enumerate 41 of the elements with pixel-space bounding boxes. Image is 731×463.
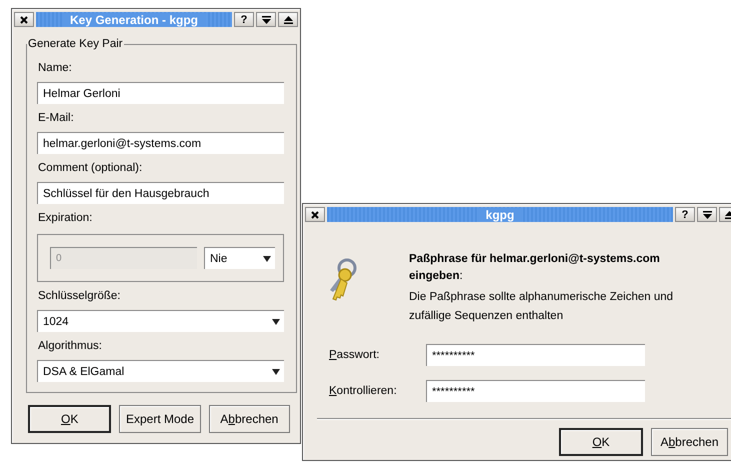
window-title: kgpg [478, 208, 522, 222]
text-field[interactable]: helmar.gerloni@t-systems.com [37, 132, 284, 154]
prompt-heading: Paßphrase für helmar.gerloni@t-systems.com eingeben: [409, 252, 661, 284]
dropdown-field[interactable]: DSA & ElGamal [37, 360, 284, 382]
arrow-down-icon [702, 210, 712, 218]
password-field[interactable]: ********** [426, 380, 645, 402]
help-button[interactable]: ? [675, 207, 695, 222]
dialog-button[interactable]: Abbrechen [208, 405, 290, 433]
group-title: Generate Key Pair [27, 38, 124, 50]
dropdown-arrow-icon[interactable] [263, 256, 271, 262]
dropdown-field[interactable]: 1024 [37, 310, 284, 332]
dialog-button[interactable]: OK [559, 428, 643, 456]
dialog-button[interactable]: Abbrechen [651, 428, 728, 456]
field-label: Algorithmus: [38, 340, 103, 352]
close-icon [20, 16, 28, 24]
shade-button[interactable] [256, 12, 276, 27]
close-icon [311, 210, 319, 218]
arrow-down-icon [262, 16, 270, 24]
help-button[interactable]: ? [234, 12, 254, 27]
password-field[interactable]: ********** [426, 344, 645, 366]
text-field[interactable]: Schlüssel für den Hausgebrauch [37, 182, 284, 204]
prompt-description: Die Paßphrase sollte alphanumerische Zeichen und zufällige Sequenzen enthalten [409, 290, 674, 324]
shade-button[interactable] [697, 207, 717, 222]
dropdown-arrow-icon[interactable] [272, 318, 280, 324]
field-label: Expiration: [38, 212, 94, 224]
text-field[interactable]: Helmar Gerloni [37, 82, 284, 104]
dialog-button[interactable]: Expert Mode [119, 405, 201, 433]
close-button[interactable] [14, 12, 34, 27]
field-label: Schlüsselgröße: [38, 290, 122, 302]
eject-icon [284, 16, 292, 24]
field-label: Name: [38, 62, 73, 74]
field-label: Passwort: [329, 349, 380, 361]
eject-icon [724, 210, 731, 218]
maximize-button[interactable] [278, 12, 298, 27]
dropdown-arrow-icon[interactable] [272, 368, 280, 374]
close-button[interactable] [305, 207, 325, 222]
field-label: Kontrollieren: [329, 385, 398, 397]
dialog-button[interactable]: OK [28, 405, 112, 433]
field-label: E-Mail: [38, 112, 75, 124]
field-label: Comment (optional): [38, 162, 144, 174]
window-title: Key Generation - kgpg [62, 12, 206, 26]
